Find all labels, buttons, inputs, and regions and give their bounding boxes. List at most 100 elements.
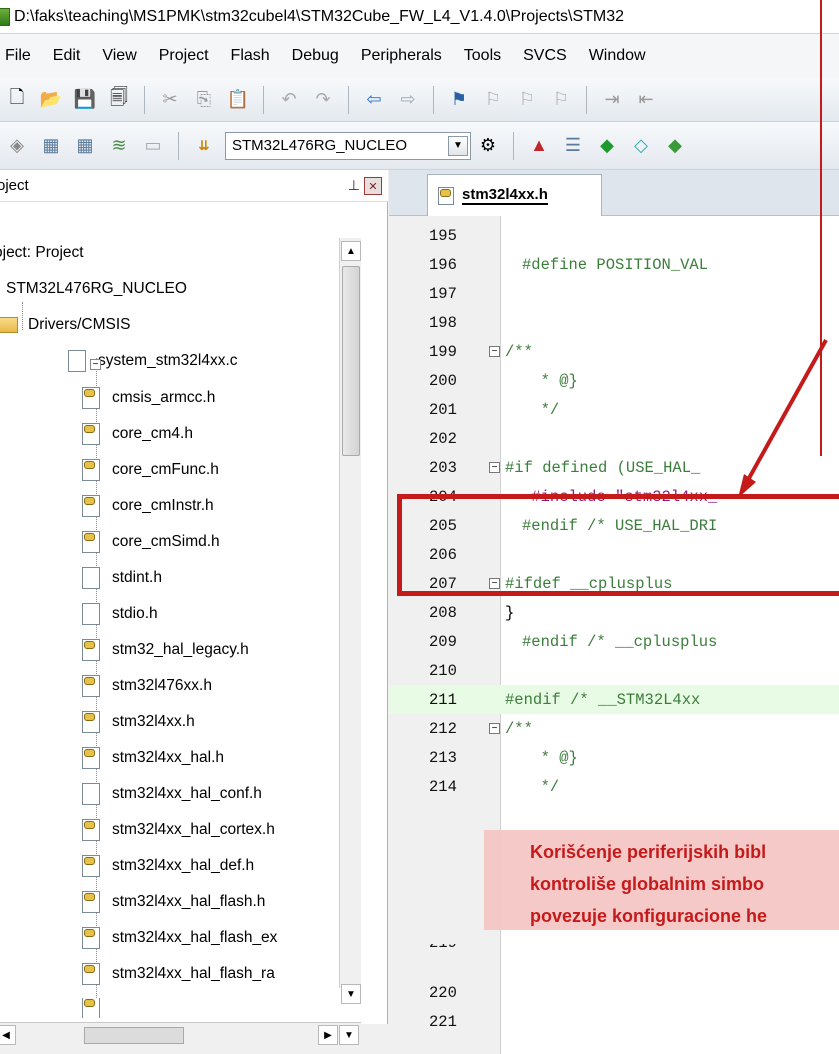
pack-installer-icon[interactable]: ◆ [593,132,621,160]
pin-icon[interactable]: ⊥ [348,177,360,194]
tree-horizontal-scrollbar[interactable]: ◀ ▶ ▼ [0,1022,361,1046]
scroll-left-icon[interactable]: ◀ [0,1025,16,1045]
scroll-right-icon[interactable]: ▶ [318,1025,338,1045]
list-item[interactable]: stm32l4xx_hal_cortex.h [82,815,275,845]
code-line: 197 [389,279,839,308]
list-item[interactable]: cmsis_armcc.h [82,383,215,413]
manage-components-icon[interactable]: ▲ [525,132,553,160]
c-file-icon [68,350,86,372]
list-item[interactable]: stm32l476xx.h [82,671,212,701]
bookmark-icon[interactable]: ⚑ [445,86,473,114]
nav-forward-icon[interactable]: ⇨ [394,86,422,114]
tree-file-label: system_stm32l4xx.c [98,352,238,369]
menu-project[interactable]: Project [148,47,220,65]
line-number: 209 [429,632,457,651]
cut-icon[interactable]: ✂ [156,86,184,114]
new-file-icon[interactable]: 🗋 [3,86,31,114]
build-toolbar: ◈ ▦ ▦ ≋ ▭ ⇊ STM32L476RG_NUCLEO ▼ ⚙ ▲ ☰ ◆… [0,122,839,170]
fold-toggle-icon[interactable]: − [489,462,500,473]
toolbar-separator [433,85,434,114]
list-item[interactable]: stm32l4xx_hal_flash_ex [82,923,277,953]
scroll-thumb[interactable] [342,266,360,456]
list-item[interactable]: stm32l4xx_hal_def.h [82,851,254,881]
tree-vertical-scrollbar[interactable]: ▲ ▼ [339,238,361,1004]
paste-icon[interactable]: 📋 [224,86,252,114]
fold-toggle-icon[interactable]: − [489,723,500,734]
code-line: 214 */ [389,772,839,801]
list-item[interactable]: stdint.h [82,563,162,593]
list-item[interactable]: core_cmSimd.h [82,527,220,557]
scroll-down-icon[interactable]: ▼ [339,1025,359,1045]
header-file-icon [82,387,100,409]
menu-window[interactable]: Window [578,47,657,65]
bookmark-next-icon[interactable]: ⚐ [513,86,541,114]
bookmark-clear-icon[interactable]: ⚐ [547,86,575,114]
menu-edit[interactable]: Edit [42,47,92,65]
menu-debug[interactable]: Debug [281,47,350,65]
target-options-icon[interactable]: ⚙ [474,132,502,160]
callout-frame [820,0,832,456]
menu-svcs[interactable]: SVCS [512,47,578,65]
select-packs-icon[interactable]: ◇ [627,132,655,160]
tree-target-label: STM32L476RG_NUCLEO [6,280,187,297]
list-item[interactable] [82,998,112,1018]
build-icon[interactable]: ▦ [37,132,65,160]
header-file-icon [438,186,454,205]
list-item[interactable]: core_cmInstr.h [82,491,214,521]
scroll-thumb[interactable] [84,1027,184,1044]
scroll-up-icon[interactable]: ▲ [341,241,361,261]
file-extensions-icon[interactable]: ☰ [559,132,587,160]
list-item[interactable]: stm32l4xx.h [82,707,195,737]
tab-stm32l4xx-h[interactable]: stm32l4xx.h [427,174,602,216]
fold-toggle-icon[interactable]: − [489,346,500,357]
translate-icon[interactable]: ◈ [3,132,31,160]
list-item-label: stm32l4xx.h [112,713,195,730]
toolbar-separator [513,131,514,160]
close-icon[interactable]: ✕ [364,177,382,195]
list-item[interactable]: stm32_hal_legacy.h [82,635,249,665]
collapse-toggle-icon[interactable]: − [90,359,101,370]
list-item[interactable]: core_cm4.h [82,419,193,449]
list-item[interactable]: stm32l4xx_hal.h [82,743,224,773]
menu-flash[interactable]: Flash [220,47,281,65]
undo-icon[interactable]: ↶ [275,86,303,114]
save-all-icon[interactable]: 🗐 [105,86,133,114]
line-number: 196 [429,255,457,274]
project-pane-header: roject ⊥ ✕ [0,170,388,202]
rebuild-icon[interactable]: ▦ [71,132,99,160]
list-item[interactable]: stm32l4xx_hal_flash.h [82,887,265,917]
target-select-value: STM32L476RG_NUCLEO [232,137,408,154]
code-line: 200 * @} [389,366,839,395]
list-item[interactable]: core_cmFunc.h [82,455,219,485]
code-text: } [505,603,515,622]
batch-build-icon[interactable]: ≋ [105,132,133,160]
menu-peripherals[interactable]: Peripherals [350,47,453,65]
tree-target[interactable]: STM32L476RG_NUCLEO [6,274,187,304]
menu-view[interactable]: View [91,47,147,65]
list-item[interactable]: stm32l4xx_hal_flash_ra [82,959,275,989]
indent-icon[interactable]: ⇥ [598,86,626,114]
chevron-down-icon[interactable]: ▼ [448,135,468,156]
line-number: 197 [429,284,457,303]
redo-icon[interactable]: ↷ [309,86,337,114]
open-folder-icon[interactable]: 📂 [37,86,65,114]
list-item[interactable]: stdio.h [82,599,158,629]
line-number: 200 [429,371,457,390]
bookmark-prev-icon[interactable]: ⚐ [479,86,507,114]
menu-file[interactable]: File [0,47,42,65]
nav-back-icon[interactable]: ⇦ [360,86,388,114]
tree-root[interactable]: oject: Project [0,238,84,268]
list-item-label: stm32l4xx_hal_flash.h [112,893,266,910]
scroll-down-icon[interactable]: ▼ [341,984,361,1004]
unindent-icon[interactable]: ⇤ [632,86,660,114]
run-time-env-icon[interactable]: ◆ [661,132,689,160]
copy-icon[interactable]: ⎘ [190,86,218,114]
target-select[interactable]: STM32L476RG_NUCLEO ▼ [225,131,471,160]
tree-folder-cmsis[interactable]: Drivers/CMSIS [0,310,130,340]
menu-tools[interactable]: Tools [453,47,512,65]
load-icon[interactable]: ⇊ [190,132,218,160]
list-item-label: stm32l4xx_hal_cortex.h [112,821,275,838]
save-icon[interactable]: 💾 [71,86,99,114]
list-item[interactable]: stm32l4xx_hal_conf.h [82,779,262,809]
stop-build-icon[interactable]: ▭ [139,132,167,160]
